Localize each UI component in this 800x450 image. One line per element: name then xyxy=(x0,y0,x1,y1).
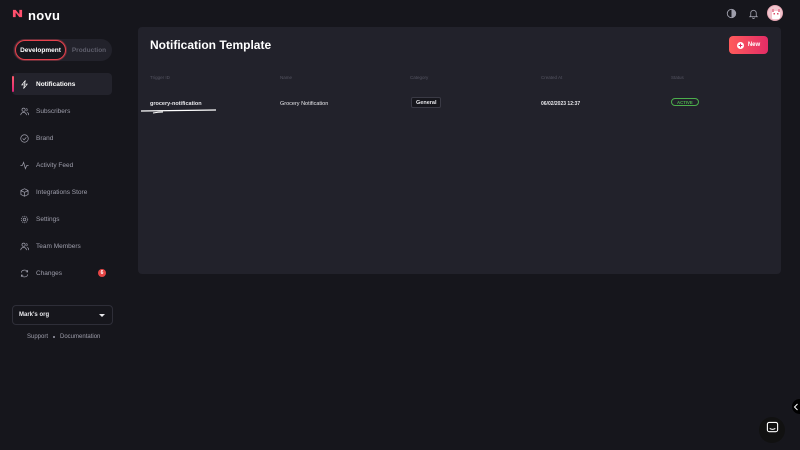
table-header: Trigger ID Name Category Created At Stat… xyxy=(138,73,781,85)
documentation-link[interactable]: Documentation xyxy=(60,334,100,340)
plus-icon xyxy=(736,41,744,49)
bell-icon[interactable] xyxy=(746,6,760,20)
table-row[interactable]: grocery-notification Grocery Notificatio… xyxy=(138,97,781,113)
user-avatar[interactable] xyxy=(767,5,783,21)
sidebar-item-label: Subscribers xyxy=(36,107,71,115)
environment-switch[interactable]: Development Production xyxy=(13,39,112,61)
theme-toggle-icon[interactable] xyxy=(724,6,738,20)
chevron-down-icon xyxy=(99,314,105,317)
new-button-label: New xyxy=(747,42,761,48)
column-header: Name xyxy=(280,75,293,80)
sidebar-item-label: Brand xyxy=(36,134,54,142)
sidebar-item-label: Settings xyxy=(36,215,60,223)
top-bar: novu xyxy=(0,0,800,28)
column-header: Trigger ID xyxy=(150,75,170,80)
sidebar-item-label: Changes xyxy=(36,269,63,277)
sync-icon xyxy=(20,269,29,278)
sidebar-item-team-members[interactable]: Team Members xyxy=(12,235,112,257)
new-template-button[interactable]: New xyxy=(729,36,768,54)
cursor-underline-mark xyxy=(140,109,217,114)
sidebar-item-label: Integrations Store xyxy=(36,188,88,196)
organization-name: Mark's org xyxy=(19,312,50,318)
env-development-button[interactable]: Development xyxy=(15,40,66,60)
separator-dot xyxy=(53,336,56,338)
sidebar-item-notifications[interactable]: Notifications xyxy=(12,73,112,95)
users-icon xyxy=(20,107,29,116)
sidebar-item-label: Notifications xyxy=(36,80,76,88)
page-title: Notification Template xyxy=(150,38,272,52)
team-icon xyxy=(20,242,29,251)
sidebar-item-label: Team Members xyxy=(36,242,81,250)
sidebar-footer-links: Support Documentation xyxy=(27,334,100,340)
brand-logo[interactable]: novu xyxy=(12,6,60,24)
organization-select[interactable]: Mark's org xyxy=(12,305,113,325)
created-at-cell: 06/02/2023 12:37 xyxy=(541,101,581,107)
sidebar-item-brand[interactable]: Brand xyxy=(12,127,112,149)
column-header: Status xyxy=(671,75,684,80)
bolt-icon xyxy=(20,79,29,89)
sidebar-item-subscribers[interactable]: Subscribers xyxy=(12,100,112,122)
sidebar-item-settings[interactable]: Settings xyxy=(12,208,112,230)
sidebar: Development Production Notifications Sub… xyxy=(0,28,125,450)
brand-name: novu xyxy=(28,7,61,23)
column-header: Created At xyxy=(541,75,563,80)
sidebar-nav: Notifications Subscribers Brand Activity… xyxy=(12,73,112,289)
chat-icon xyxy=(766,421,779,439)
support-link[interactable]: Support xyxy=(27,334,48,340)
template-name-cell: Grocery Notification xyxy=(280,101,329,107)
activity-icon xyxy=(20,160,29,170)
check-circle-icon xyxy=(20,133,29,143)
sidebar-item-integrations-store[interactable]: Integrations Store xyxy=(12,181,112,203)
templates-panel: Notification Template New Trigger ID Nam… xyxy=(138,27,781,274)
box-icon xyxy=(20,187,29,197)
gear-icon xyxy=(20,215,29,224)
collapse-tab[interactable] xyxy=(792,399,800,414)
chevron-left-icon xyxy=(793,398,799,416)
column-header: Category xyxy=(410,75,429,80)
env-production-button[interactable]: Production xyxy=(68,40,110,60)
chat-support-button[interactable] xyxy=(759,417,785,443)
category-tag: General xyxy=(411,97,442,108)
sidebar-item-label: Activity Feed xyxy=(36,161,74,169)
changes-count-badge: 6 xyxy=(98,269,106,277)
sidebar-item-changes[interactable]: Changes 6 xyxy=(12,262,112,284)
novu-logo-icon xyxy=(12,6,23,24)
sidebar-item-activity-feed[interactable]: Activity Feed xyxy=(12,154,112,176)
status-badge: ACTIVE xyxy=(671,98,699,106)
